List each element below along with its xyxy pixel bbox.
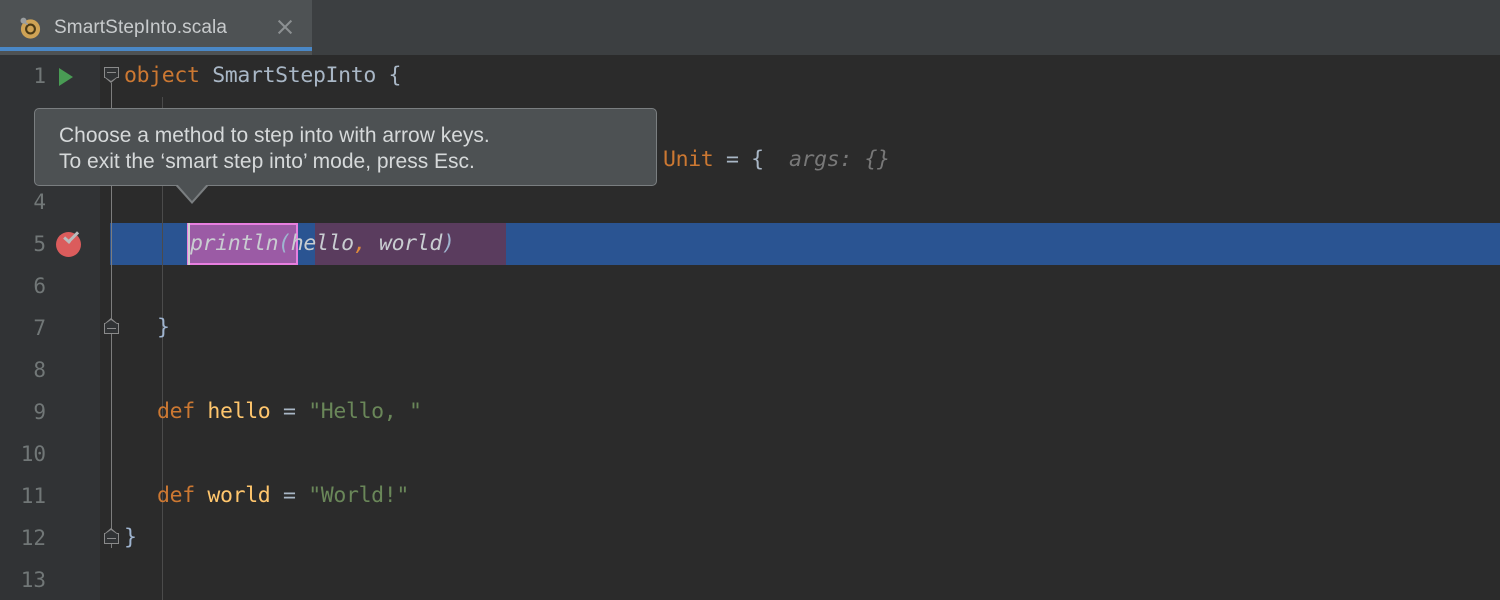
keyword-object: object xyxy=(124,63,200,88)
editor-line-13[interactable]: 13 xyxy=(0,559,1500,600)
editor-line-9[interactable]: 9 def hello = "Hello, " xyxy=(0,391,1500,433)
line-9-code[interactable]: def hello = "Hello, " xyxy=(157,391,422,433)
string-hello: "Hello, " xyxy=(308,399,421,424)
line-number: 11 xyxy=(0,475,46,517)
line-11-code[interactable]: def world = "World!" xyxy=(157,475,409,517)
breakpoint-verified-icon[interactable] xyxy=(55,230,83,258)
inline-debugger-hint: args: {} xyxy=(789,147,890,172)
assign-brace: = { xyxy=(713,147,763,172)
editor-line-5[interactable]: 5 println(hello, world) xyxy=(0,223,1500,265)
smart-step-into-tooltip: Choose a method to step into with arrow … xyxy=(34,108,657,186)
fold-minus xyxy=(107,328,116,329)
type-unit: Unit xyxy=(663,147,713,172)
line-3-code[interactable]: Unit = { args: {} xyxy=(663,139,890,181)
fold-minus xyxy=(107,72,116,73)
tooltip-line-2: To exit the ‘smart step into’ mode, pres… xyxy=(59,149,636,175)
fold-collapse-up-icon-line7[interactable] xyxy=(104,323,120,339)
arg-world: world xyxy=(379,231,442,256)
editor-line-12[interactable]: 12 } xyxy=(0,517,1500,559)
method-name-hello: hello xyxy=(207,399,270,424)
equals: = xyxy=(270,399,308,424)
line-number: 7 xyxy=(0,307,46,349)
line-number: 9 xyxy=(0,391,46,433)
fold-cap-inner xyxy=(105,320,117,324)
object-name: SmartStepInto xyxy=(212,63,376,88)
line-number: 12 xyxy=(0,517,46,559)
line-number: 10 xyxy=(0,433,46,475)
editor-line-10[interactable]: 10 xyxy=(0,433,1500,475)
keyword-def: def xyxy=(157,483,195,508)
line-number: 8 xyxy=(0,349,46,391)
tooltip-arrow-fill xyxy=(177,184,207,201)
line-number: 4 xyxy=(0,181,46,223)
editor-line-4[interactable]: 4 xyxy=(0,181,1500,223)
active-tab-underline xyxy=(0,47,312,51)
scala-object-icon xyxy=(18,16,42,40)
editor-tab-bar: SmartStepInto.scala xyxy=(0,0,1500,55)
line-number: 6 xyxy=(0,265,46,307)
close-icon[interactable] xyxy=(276,18,294,36)
ide-editor-window: SmartStepInto.scala 1 object SmartStepIn… xyxy=(0,0,1500,600)
method-println: println xyxy=(190,231,278,256)
space xyxy=(195,399,208,424)
string-world: "World!" xyxy=(308,483,409,508)
keyword-def: def xyxy=(157,399,195,424)
paren-close: ) xyxy=(442,231,455,256)
editor-line-8[interactable]: 8 xyxy=(0,349,1500,391)
line-number: 13 xyxy=(0,559,46,600)
close-brace: } xyxy=(124,525,137,550)
editor-line-6[interactable]: 6 xyxy=(0,265,1500,307)
editor-tab-label: SmartStepInto.scala xyxy=(54,17,227,39)
editor-line-1[interactable]: 1 object SmartStepInto { xyxy=(0,55,1500,97)
space xyxy=(200,63,213,88)
line-5-code[interactable]: println(hello, world) xyxy=(190,223,455,265)
editor-line-7[interactable]: 7 } xyxy=(0,307,1500,349)
editor-line-11[interactable]: 11 def world = "World!" xyxy=(0,475,1500,517)
run-arrow-icon[interactable] xyxy=(59,68,73,86)
line-number: 5 xyxy=(0,223,46,265)
spacer xyxy=(764,147,789,172)
open-brace: { xyxy=(376,63,401,88)
paren-open: ( xyxy=(278,231,291,256)
close-brace: } xyxy=(157,315,170,340)
arg-comma: , xyxy=(354,231,367,256)
arg-space xyxy=(366,231,379,256)
line-number: 1 xyxy=(0,55,46,97)
line-12-code[interactable]: } xyxy=(124,517,137,559)
text-caret xyxy=(188,223,190,265)
fold-minus xyxy=(107,538,116,539)
tooltip-line-1: Choose a method to step into with arrow … xyxy=(59,123,636,149)
fold-collapse-down-icon-line1[interactable] xyxy=(104,67,120,83)
method-name-world: world xyxy=(207,483,270,508)
space xyxy=(195,483,208,508)
fold-collapse-up-icon-line12[interactable] xyxy=(104,533,120,549)
arg-hello: hello xyxy=(291,231,354,256)
fold-cap-inner xyxy=(105,530,117,534)
breakpoint-check xyxy=(64,232,81,243)
line-7-code[interactable]: } xyxy=(157,307,170,349)
line-1-code[interactable]: object SmartStepInto { xyxy=(124,55,401,97)
fold-tip-inner xyxy=(105,77,117,81)
equals: = xyxy=(270,483,308,508)
